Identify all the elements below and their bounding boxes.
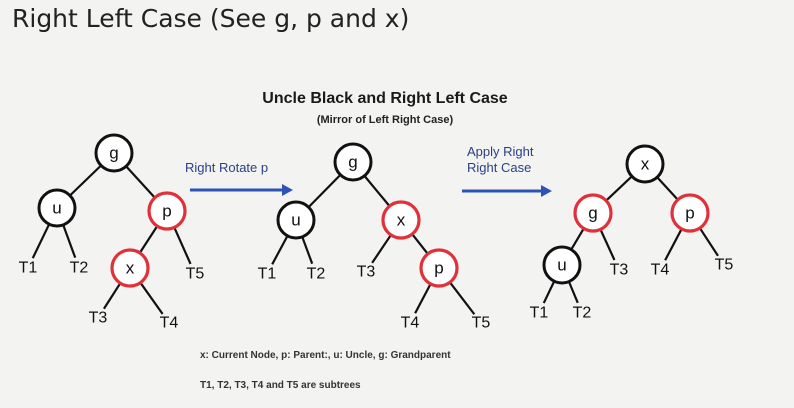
tree3-subtree-t3: T3 xyxy=(610,262,629,279)
tree3-edge-p-T4 xyxy=(664,228,683,261)
tree1-subtree-t5: T5 xyxy=(186,266,205,283)
arrow1-head xyxy=(282,184,293,196)
tree2-edge-p-T4 xyxy=(414,283,432,314)
tree2-subtree-t2: T2 xyxy=(307,266,326,283)
tree1-edge-x-T3 xyxy=(103,282,122,310)
tree1-node-p-label: p xyxy=(162,202,171,221)
tree3-edge-x-p xyxy=(656,176,679,201)
tree3-edge-p-T5 xyxy=(698,227,719,257)
arrow2-label-line2: Right Case xyxy=(467,160,531,175)
arrow1-label-line1: Right Rotate p xyxy=(185,160,268,175)
tree1-edge-g-p xyxy=(125,165,156,199)
tree3-edge-g-u xyxy=(570,227,585,251)
tree2-edge-g-x xyxy=(363,175,391,207)
tree3-subtree-t4: T4 xyxy=(651,262,670,279)
tree2-node-g-label: g xyxy=(348,153,357,172)
tree3-node-u-label: u xyxy=(557,256,566,275)
tree1-subtree-t3: T3 xyxy=(89,310,108,327)
tree1-edge-p-T5 xyxy=(173,227,192,265)
tree1-node-u-label: u xyxy=(52,199,61,218)
tree3-edge-u-T1 xyxy=(542,280,556,304)
tree2-node-x-label: x xyxy=(397,211,406,230)
tree2-edge-p-T5 xyxy=(449,281,476,315)
tree1-node-g-label: g xyxy=(109,144,118,163)
tree1-subtree-t4: T4 xyxy=(160,315,179,332)
legend-node-roles: x: Current Node, p: Parent:, u: Uncle, g… xyxy=(200,350,451,361)
tree2-edge-x-p xyxy=(411,233,429,255)
tree1-edge-p-x xyxy=(138,225,159,254)
tree2-subtree-t4: T4 xyxy=(401,315,420,332)
tree-diagram: g u p x T1 T2 T3 T4 T5 g u x p T1 T2 T3 T4 T5 x g p u T1 T2 T3 T4… xyxy=(19,133,734,332)
tree2-edge-g-u xyxy=(307,174,342,208)
tree3-subtree-t2: T2 xyxy=(573,305,592,322)
tree1-node-x-label: x xyxy=(126,259,135,278)
tree3-edge-g-T3 xyxy=(599,228,616,261)
tree1-subtree-t1: T1 xyxy=(19,260,38,277)
tree3-subtree-t1: T1 xyxy=(530,305,549,322)
tree2-subtree-t5: T5 xyxy=(472,315,491,332)
tree1-edge-u-T1 xyxy=(31,223,51,259)
tree3-node-x-label: x xyxy=(641,155,650,174)
legend-subtrees: T1, T2, T3, T4 and T5 are subtrees xyxy=(200,380,361,391)
tree3-subtree-t5: T5 xyxy=(715,257,734,274)
tree1-edge-u-T2 xyxy=(62,224,77,259)
slide: Right Left Case (See g, p and x) Uncle B… xyxy=(0,0,794,408)
tree1-edge-g-u xyxy=(69,164,102,197)
tree3-edge-u-T2 xyxy=(567,281,579,304)
tree3-edge-x-g xyxy=(605,175,633,202)
tree2-subtree-t3: T3 xyxy=(357,264,376,281)
tree2-edge-x-T3 xyxy=(371,234,392,264)
tree3-node-g-label: g xyxy=(588,204,597,223)
tree1-edge-x-T4 xyxy=(139,282,164,315)
tree2-node-p-label: p xyxy=(434,259,443,278)
tree3-node-p-label: p xyxy=(685,204,694,223)
arrow2-label-line1: Apply Right xyxy=(467,144,534,159)
tree2-subtree-t1: T1 xyxy=(258,266,277,283)
tree2-edge-u-T1 xyxy=(271,235,289,265)
tree2-edge-u-T2 xyxy=(301,236,314,265)
tree2-node-u-label: u xyxy=(291,211,300,230)
arrow2-head xyxy=(541,185,552,197)
tree1-subtree-t2: T2 xyxy=(70,260,89,277)
